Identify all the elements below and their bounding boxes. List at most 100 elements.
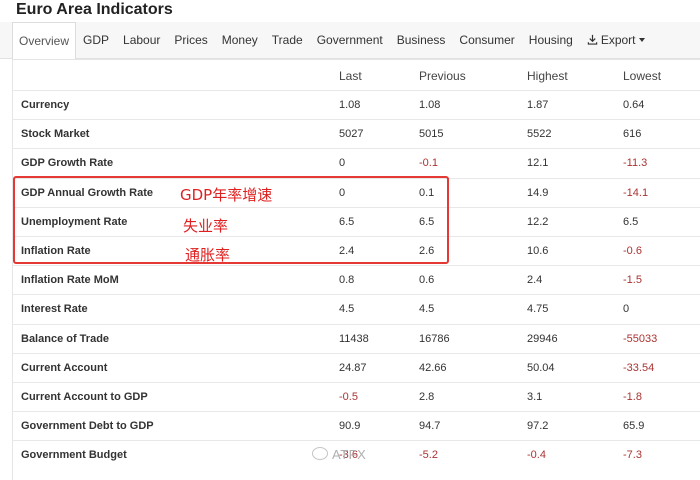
export-label: Export <box>600 33 636 47</box>
indicator-link[interactable]: Government Budget <box>21 449 127 461</box>
cell-lowest: -14.1 <box>623 186 649 199</box>
indicator-link[interactable]: Current Account to GDP <box>21 391 148 403</box>
cell-lowest: -11.3 <box>623 157 648 170</box>
cell-lowest: 65.9 <box>623 420 645 433</box>
tab-business[interactable]: Business <box>390 22 453 58</box>
indicator-link[interactable]: Currency <box>21 99 69 111</box>
cell-last: 11438 <box>339 332 369 345</box>
cell-lowest: -0.6 <box>623 245 642 257</box>
watermark-text: ATFX <box>332 447 367 462</box>
indicator-link[interactable]: GDP Growth Rate <box>21 157 113 169</box>
table-row: Interest Rate 4.5 4.5 4.75 0 <box>13 294 700 324</box>
cell-last: 0 <box>339 157 346 170</box>
cell-lowest: 616 <box>623 128 642 141</box>
annotation-unemployment: 失业率 <box>183 217 229 235</box>
cell-previous: -0.1 <box>419 157 438 170</box>
tab-consumer[interactable]: Consumer <box>452 22 521 58</box>
tab-labour[interactable]: Labour <box>116 22 167 58</box>
watermark: ATFX <box>312 447 366 462</box>
cell-last: 6.5 <box>339 215 355 228</box>
tab-money[interactable]: Money <box>215 22 265 58</box>
table-header: Last Previous Highest Lowest <box>13 63 700 90</box>
header-highest: Highest <box>527 69 568 83</box>
annotation-inflation: 通胀率 <box>185 246 231 264</box>
cell-previous: 2.8 <box>419 391 435 403</box>
cell-lowest: -33.54 <box>623 361 655 374</box>
cell-previous: 1.08 <box>419 99 441 111</box>
cell-last: 1.08 <box>339 99 361 111</box>
tab-overview[interactable]: Overview <box>12 22 77 60</box>
cell-highest: 3.1 <box>527 391 543 403</box>
cell-highest: 50.04 <box>527 361 555 374</box>
download-icon <box>587 34 598 45</box>
indicator-link[interactable]: Government Debt to GDP <box>21 420 154 432</box>
cell-last: 2.4 <box>339 245 355 257</box>
cell-lowest: -1.8 <box>623 391 642 403</box>
indicator-link[interactable]: Stock Market <box>21 128 89 140</box>
cell-highest: 97.2 <box>527 420 549 433</box>
indicator-link[interactable]: Inflation Rate MoM <box>21 274 119 286</box>
cell-lowest: -55033 <box>623 332 658 345</box>
table-row: Current Account 24.87 42.66 50.04 -33.54 <box>13 352 700 383</box>
cell-highest: 14.9 <box>527 186 549 199</box>
cell-previous: 0.6 <box>419 274 435 287</box>
export-button[interactable]: Export <box>580 22 652 58</box>
cell-previous: -5.2 <box>419 449 438 462</box>
indicator-link[interactable]: Balance of Trade <box>21 333 109 345</box>
table-row: Balance of Trade 11438 16786 29946 -55033 <box>13 323 700 354</box>
indicator-link[interactable]: Current Account <box>21 362 107 374</box>
cell-previous: 4.5 <box>419 303 435 316</box>
indicator-link[interactable]: Interest Rate <box>21 303 88 315</box>
table-row: Inflation Rate 2.4 2.6 10.6 -0.6 <box>13 236 700 266</box>
tab-government[interactable]: Government <box>310 22 390 58</box>
table-row: Stock Market 5027 5015 5522 616 <box>13 119 700 149</box>
cell-last: 0 <box>339 186 346 199</box>
table-row: GDP Annual Growth Rate 0 0.1 14.9 -14.1 <box>13 177 700 208</box>
tab-prices[interactable]: Prices <box>167 22 214 58</box>
cell-highest: 5522 <box>527 128 552 141</box>
indicator-link[interactable]: Unemployment Rate <box>21 216 127 228</box>
tab-housing[interactable]: Housing <box>522 22 580 58</box>
indicator-link[interactable]: GDP Annual Growth Rate <box>21 187 153 199</box>
cell-last: 24.87 <box>339 361 367 374</box>
cell-last: 5027 <box>339 128 364 141</box>
cell-highest: 1.87 <box>527 99 549 111</box>
cell-previous: 2.6 <box>419 245 435 257</box>
cell-highest: 12.2 <box>527 215 549 228</box>
table-row: Current Account to GDP -0.5 2.8 3.1 -1.8 <box>13 382 700 412</box>
cell-lowest: -7.3 <box>623 449 642 462</box>
header-previous: Previous <box>419 69 466 83</box>
annotation-gdp-annual: GDP年率增速 <box>180 186 273 204</box>
cell-previous: 5015 <box>419 128 444 141</box>
cell-previous: 42.66 <box>419 361 447 374</box>
cell-last: 90.9 <box>339 420 361 433</box>
cell-highest: 12.1 <box>527 157 549 170</box>
cell-last: 0.8 <box>339 274 355 287</box>
indicator-link[interactable]: Inflation Rate <box>21 245 91 257</box>
header-lowest: Lowest <box>623 69 662 83</box>
cell-lowest: 6.5 <box>623 215 639 228</box>
cell-highest: 2.4 <box>527 274 543 287</box>
chevron-down-icon <box>638 38 645 42</box>
table-row: Currency 1.08 1.08 1.87 0.64 <box>13 90 700 120</box>
table-row: Unemployment Rate 6.5 6.5 12.2 6.5 <box>13 206 700 237</box>
cell-highest: 4.75 <box>527 303 549 316</box>
cell-highest: 29946 <box>527 332 558 345</box>
header-last: Last <box>339 69 362 83</box>
table-row: Inflation Rate MoM 0.8 0.6 2.4 -1.5 <box>13 265 700 295</box>
cell-highest: 10.6 <box>527 245 549 257</box>
tab-trade[interactable]: Trade <box>265 22 310 58</box>
cell-highest: -0.4 <box>527 449 546 462</box>
page-title: Euro Area Indicators <box>16 1 173 18</box>
weibo-icon <box>312 447 328 460</box>
table-row: GDP Growth Rate 0 -0.1 12.1 -11.3 <box>13 148 700 178</box>
cell-last: 4.5 <box>339 303 355 316</box>
cell-lowest: -1.5 <box>623 274 642 287</box>
cell-lowest: 0 <box>623 303 630 316</box>
cell-previous: 94.7 <box>419 420 441 433</box>
cell-previous: 6.5 <box>419 215 435 228</box>
tab-bar: Overview GDP Labour Prices Money Trade G… <box>12 22 652 60</box>
table-row: Government Debt to GDP 90.9 94.7 97.2 65.9 <box>13 411 700 441</box>
cell-previous: 16786 <box>419 332 450 345</box>
tab-gdp[interactable]: GDP <box>76 22 116 58</box>
